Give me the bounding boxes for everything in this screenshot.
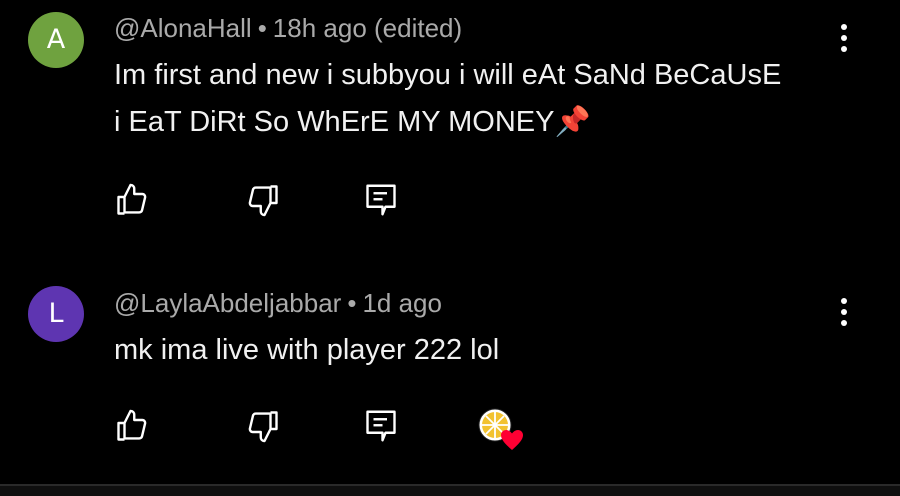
bottom-divider <box>0 484 900 496</box>
thumb-down-icon <box>248 185 278 217</box>
reply-icon <box>366 410 396 442</box>
thumb-up-icon <box>117 183 147 215</box>
comment-text: mk ima live with player 222 lol <box>114 334 500 366</box>
separator: • <box>347 288 357 318</box>
dislike-button[interactable] <box>241 404 285 448</box>
avatar[interactable]: A <box>28 12 84 68</box>
more-options-button[interactable] <box>828 18 860 58</box>
reply-button[interactable] <box>359 178 403 222</box>
thumb-up-icon <box>117 409 147 441</box>
more-vert-icon <box>841 24 847 30</box>
comment-meta: @AlonaHall • 18h ago (edited) <box>114 13 462 44</box>
dislike-button[interactable] <box>241 178 285 222</box>
thumb-down-icon <box>248 411 278 443</box>
reply-button[interactable] <box>359 404 403 448</box>
more-vert-icon <box>841 298 847 304</box>
more-options-button[interactable] <box>828 292 860 332</box>
author-name[interactable]: @LaylaAbdeljabbar <box>114 288 341 318</box>
timestamp: 1d ago <box>362 288 442 318</box>
comment-meta: @LaylaAbdeljabbar • 1d ago <box>114 288 442 319</box>
author-name[interactable]: @AlonaHall <box>114 13 252 43</box>
like-button[interactable] <box>110 404 154 448</box>
creator-heart-icon <box>476 406 524 450</box>
timestamp: 18h ago <box>272 13 367 43</box>
comment-text: Im first and new i subbyou i will eAt Sa… <box>114 59 782 138</box>
separator: • <box>257 13 267 43</box>
like-button[interactable] <box>110 178 154 222</box>
edited-label: (edited) <box>374 13 463 43</box>
avatar[interactable]: L <box>28 286 84 342</box>
reply-icon <box>366 184 396 216</box>
